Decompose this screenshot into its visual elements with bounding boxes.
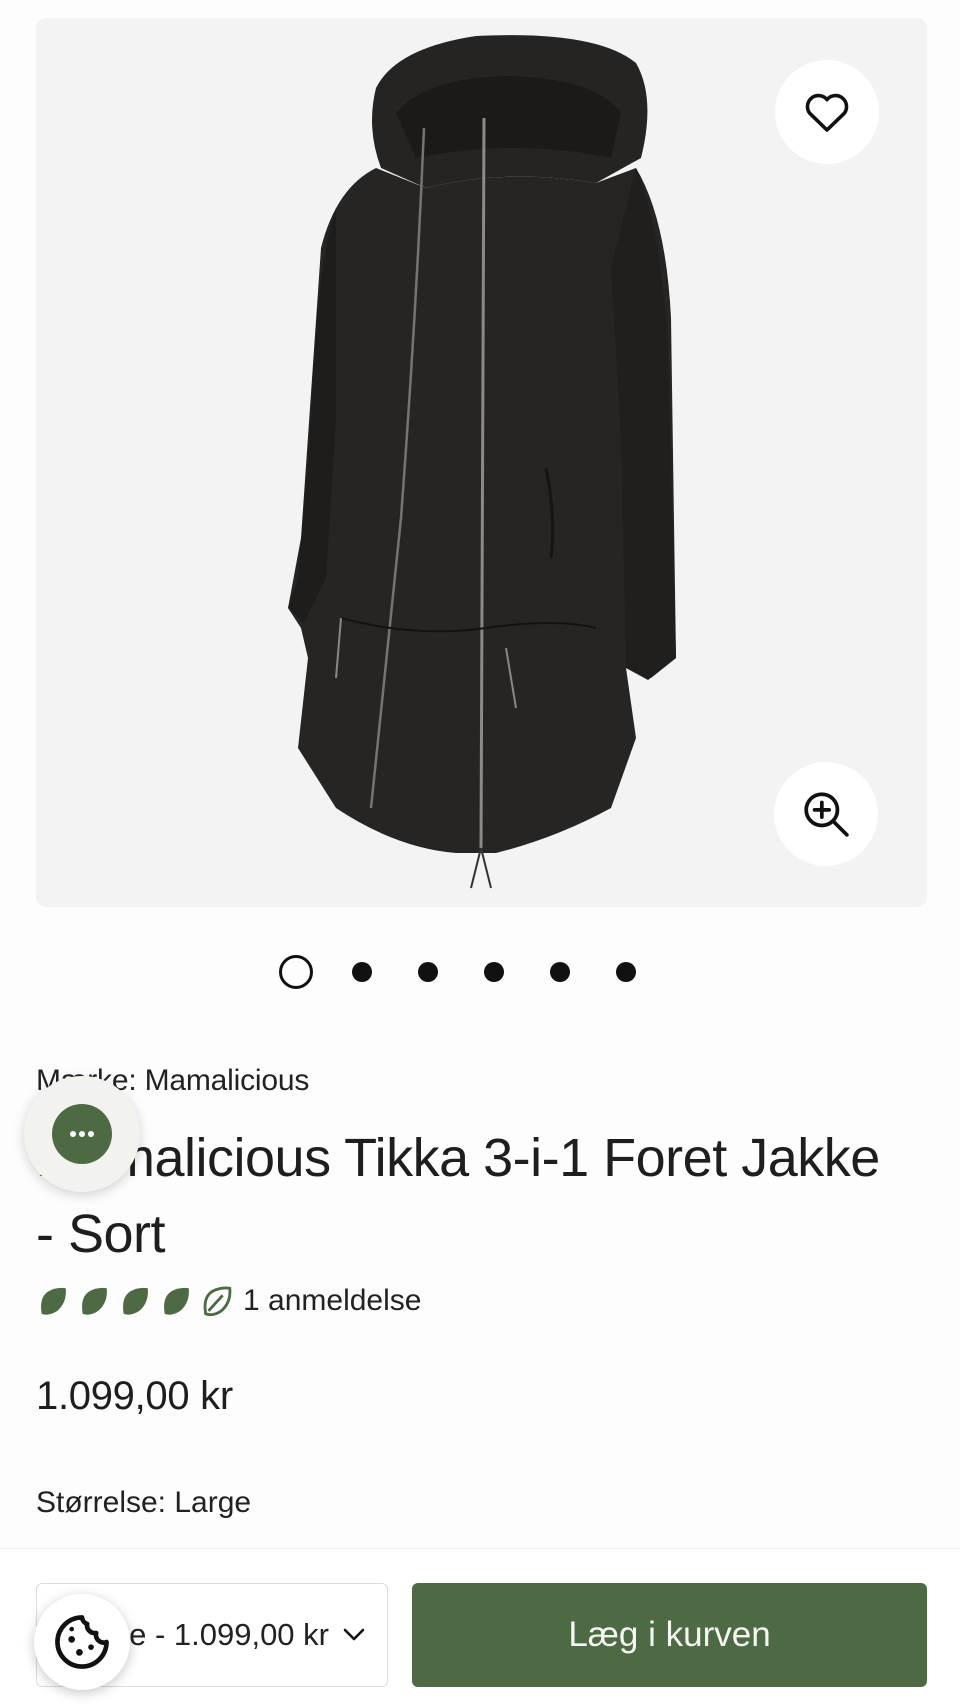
product-page: Mærke: Mamalicious Mamalicious Tikka 3-i… (0, 0, 960, 1705)
chevron-down-icon (343, 1628, 365, 1641)
product-price: 1.099,00 kr (36, 1374, 233, 1418)
carousel-dot-2[interactable] (352, 962, 372, 982)
carousel-dot-1[interactable] (279, 955, 313, 989)
carousel-dots (0, 955, 941, 989)
product-title: Mamalicious Tikka 3-i-1 Foret Jakke - So… (36, 1128, 880, 1264)
carousel-dot-3[interactable] (418, 962, 438, 982)
product-image-gallery[interactable] (36, 18, 927, 907)
chat-button[interactable] (24, 1076, 140, 1192)
carousel-dot-5[interactable] (550, 962, 570, 982)
reviews-count[interactable]: 1 anmeldelse (243, 1284, 421, 1318)
cookie-settings-button[interactable] (34, 1594, 130, 1690)
leaf-filled-icon (123, 1287, 148, 1315)
wishlist-button[interactable] (775, 60, 879, 164)
sticky-cart-bar: Large - 1.099,00 kr Læg i kurven (0, 1548, 960, 1705)
heart-outline-icon (805, 93, 849, 132)
leaf-filled-icon (41, 1287, 66, 1315)
leaf-outline-icon (203, 1286, 232, 1317)
leaf-filled-icon (164, 1287, 189, 1315)
size-label: Størrelse: Large (36, 1486, 252, 1519)
zoom-in-icon (804, 792, 849, 837)
leaf-filled-icon (82, 1287, 107, 1315)
carousel-dot-4[interactable] (484, 962, 504, 982)
cookie-icon (55, 1615, 109, 1669)
chat-bubble (52, 1104, 112, 1164)
add-to-cart-button[interactable]: Læg i kurven (412, 1583, 927, 1687)
chat-bubble-icon (70, 1131, 94, 1137)
carousel-dot-6[interactable] (616, 962, 636, 982)
zoom-button[interactable] (774, 762, 878, 866)
rating-stars[interactable]: 1 anmeldelse (36, 1284, 421, 1318)
